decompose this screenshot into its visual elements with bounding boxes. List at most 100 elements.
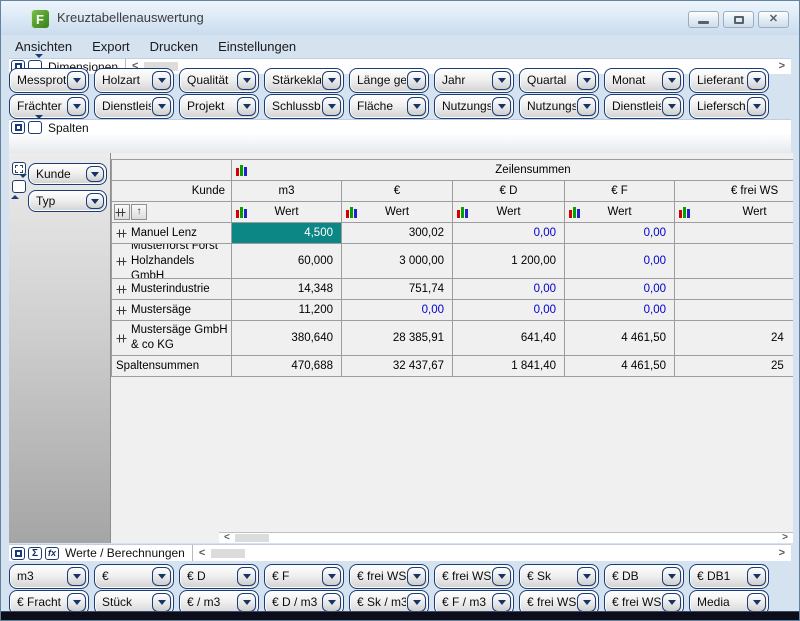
value-field-item[interactable]: € [94,564,174,589]
value-field-sk[interactable]: € Sk [519,564,599,589]
scroll-left-icon[interactable]: < [219,533,235,543]
scroll-right-icon[interactable]: > [777,533,793,543]
dimension-field-schlussbrief[interactable]: Schlussbrief [264,94,344,119]
chevron-down-icon[interactable] [237,593,256,612]
collapse-updown-icon[interactable] [28,121,42,134]
chevron-down-icon[interactable] [152,593,171,612]
value-cell[interactable]: 0,00 [453,300,565,321]
chevron-down-icon[interactable] [237,97,256,116]
restore-button[interactable] [723,11,754,28]
chevron-down-icon[interactable] [662,567,681,586]
column-header-item[interactable]: € [342,181,453,202]
column-header-d[interactable]: € D [453,181,565,202]
chevron-down-icon[interactable] [407,71,426,90]
chevron-down-icon[interactable] [407,593,426,612]
chevron-down-icon[interactable] [322,567,341,586]
close-button[interactable]: ✕ [758,11,789,28]
scroll-right-icon[interactable]: > [773,61,791,72]
value-cell[interactable]: 28 385,91 [342,321,453,356]
value-cell[interactable]: 1 200,00 [453,244,565,279]
scrollbar-thumb[interactable] [211,549,245,558]
value-cell[interactable]: 0,00 [565,244,675,279]
value-cell[interactable]: 0,00 [342,300,453,321]
value-cell[interactable] [675,244,793,279]
minimize-button[interactable] [688,11,719,28]
expand-rows-button[interactable] [114,204,130,220]
table-horizontal-scrollbar[interactable]: < > [219,532,793,543]
chevron-down-icon[interactable] [577,71,596,90]
chevron-down-icon[interactable] [577,97,596,116]
columns-drop-zone[interactable] [9,135,791,153]
value-field-m3[interactable]: m3 [9,564,89,589]
value-field-db[interactable]: € DB [604,564,684,589]
column-header-f[interactable]: € F [565,181,675,202]
value-cell[interactable]: 4 461,50 [565,356,675,377]
chevron-down-icon[interactable] [492,593,511,612]
dimension-field-lieferant[interactable]: Lieferant [689,68,769,93]
value-cell[interactable]: 0,00 [453,279,565,300]
collapse-updown-icon[interactable] [12,180,26,193]
panel-square-icon[interactable] [11,121,25,134]
dimension-field-messprotok[interactable]: Messprotok [9,68,89,93]
chevron-down-icon[interactable] [577,593,596,612]
chevron-down-icon[interactable] [662,71,681,90]
value-field-db1[interactable]: € DB1 [689,564,769,589]
chevron-down-icon[interactable] [237,567,256,586]
dimension-field-qualität[interactable]: Qualität [179,68,259,93]
sort-up-button[interactable]: ↑ [131,204,147,220]
value-cell[interactable]: 0,00 [565,223,675,244]
chevron-down-icon[interactable] [152,97,171,116]
chevron-down-icon[interactable] [67,567,86,586]
value-cell[interactable] [675,300,793,321]
chevron-down-icon[interactable] [407,97,426,116]
value-cell[interactable]: 0,00 [453,223,565,244]
drag-handle-icon[interactable] [115,208,126,217]
chevron-down-icon[interactable] [322,593,341,612]
chevron-down-icon[interactable] [152,567,171,586]
dimension-field-dienstleistu[interactable]: Dienstleistu [604,94,684,119]
value-cell[interactable]: 300,02 [342,223,453,244]
column-header-frei-ws[interactable]: € frei WS [675,181,793,202]
drag-handle-icon[interactable] [116,257,127,266]
chevron-down-icon[interactable] [86,193,104,209]
value-cell[interactable]: 14,348 [232,279,342,300]
scrollbar-thumb[interactable] [235,534,269,542]
chevron-down-icon[interactable] [67,593,86,612]
value-cell[interactable]: 3 000,00 [342,244,453,279]
dimension-field-projekt[interactable]: Projekt [179,94,259,119]
chevron-down-icon[interactable] [67,97,86,116]
dimension-field-fläche[interactable]: Fläche [349,94,429,119]
chevron-down-icon[interactable] [407,567,426,586]
dimension-field-nutzungska[interactable]: Nutzungska [519,94,599,119]
dimension-field-stärkeklass[interactable]: Stärkeklass [264,68,344,93]
value-cell[interactable]: 25 [675,356,793,377]
drag-handle-icon[interactable] [116,306,127,315]
selected-cell[interactable]: 4,500 [232,223,342,244]
value-cell[interactable]: 751,74 [342,279,453,300]
dimension-field-monat[interactable]: Monat [604,68,684,93]
chevron-down-icon[interactable] [492,97,511,116]
dimension-field-nutzungsar[interactable]: Nutzungsar [434,94,514,119]
dimension-field-lieferschein[interactable]: Lieferschein [689,94,769,119]
dimension-field-jahr[interactable]: Jahr [434,68,514,93]
chevron-down-icon[interactable] [747,593,766,612]
value-cell[interactable]: 380,640 [232,321,342,356]
chevron-down-icon[interactable] [237,71,256,90]
value-cell[interactable]: 60,000 [232,244,342,279]
menu-item-ansichten[interactable]: Ansichten [5,36,82,57]
chevron-down-icon[interactable] [577,567,596,586]
value-cell[interactable]: 0,00 [565,300,675,321]
sigma-icon[interactable]: Σ [28,547,42,560]
row-field-kunde[interactable]: Kunde [28,163,107,185]
chevron-down-icon[interactable] [67,71,86,90]
value-cell[interactable]: 641,40 [453,321,565,356]
chevron-down-icon[interactable] [747,71,766,90]
menu-item-drucken[interactable]: Drucken [140,36,208,57]
menu-item-export[interactable]: Export [82,36,140,57]
menu-item-einstellungen[interactable]: Einstellungen [208,36,306,57]
value-cell[interactable]: 1 841,40 [453,356,565,377]
value-field-d[interactable]: € D [179,564,259,589]
chevron-down-icon[interactable] [322,97,341,116]
value-field-frei-ws[interactable]: € frei WS [349,564,429,589]
scroll-left-icon[interactable]: < [193,548,211,559]
